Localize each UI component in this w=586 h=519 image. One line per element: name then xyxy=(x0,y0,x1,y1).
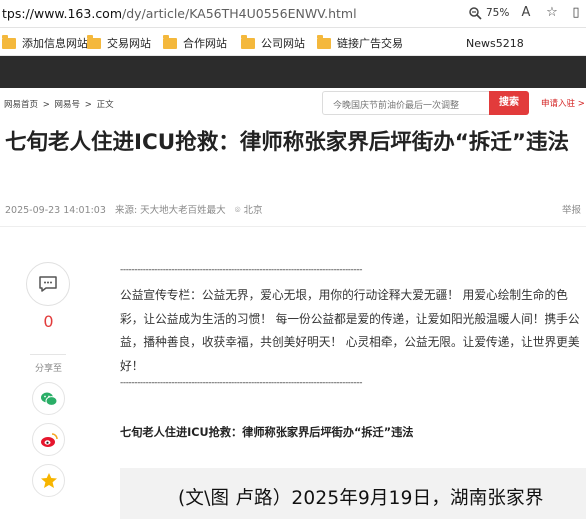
folder-icon xyxy=(241,34,255,49)
share-weibo-button[interactable] xyxy=(32,423,65,456)
separator-line: ----------------------------------------… xyxy=(120,265,363,275)
folder-icon xyxy=(87,34,101,49)
zoom-level[interactable]: 75% xyxy=(486,7,509,19)
bookmark-item[interactable]: News5218 xyxy=(466,35,524,51)
url-text[interactable]: tps://www.163.com/dy/article/KA56TH4U055… xyxy=(2,6,357,21)
apply-join-link[interactable]: 申请入驻 > xyxy=(541,97,585,109)
wechat-icon xyxy=(40,392,57,406)
promo-paragraph: 公益宣传专栏：公益无界，爱心无垠，用你的行动诠释大爱无疆！ 用爱心绘制生命的色彩… xyxy=(120,288,580,373)
separator-line: ----------------------------------------… xyxy=(120,378,363,388)
divider xyxy=(0,226,586,227)
read-aloud-icon[interactable]: A xyxy=(518,5,534,21)
folder-icon xyxy=(2,34,16,49)
share-wechat-button[interactable] xyxy=(32,382,65,415)
favorite-star-icon[interactable]: ☆ xyxy=(544,5,560,21)
comment-icon xyxy=(39,276,57,292)
article-subhead: 七旬老人住进ICU抢救：律师称张家界后坪街办“拆迁”违法 xyxy=(120,426,414,439)
article-image: (文\图 卢路）2025年9月19日，湖南张家界 xyxy=(120,468,586,519)
qzone-star-icon xyxy=(40,473,57,488)
breadcrumb-home-link[interactable]: 网易首页 xyxy=(4,100,38,110)
share-label: 分享至 xyxy=(34,364,62,374)
publish-date: 2025-09-23 14:01:03 xyxy=(5,205,106,216)
article-meta: 2025-09-23 14:01:03 来源: 天大地大老百姓最大 ⌾ 北京 xyxy=(5,202,262,216)
bookmark-item[interactable]: 合作网站 xyxy=(163,34,227,51)
weibo-icon xyxy=(40,432,58,447)
search-input[interactable]: 今晚国庆节前油价最后一次调整 xyxy=(322,91,490,115)
address-bar[interactable]: tps://www.163.com/dy/article/KA56TH4U055… xyxy=(0,0,586,28)
bookmark-item[interactable]: 交易网站 xyxy=(87,34,151,51)
bookmarks-bar: 添加信息网站 交易网站 合作网站 公司网站 链接广告交易 News5218 xyxy=(0,28,586,56)
bookmark-item[interactable]: 公司网站 xyxy=(241,34,305,51)
breadcrumb-separator: > xyxy=(42,100,50,110)
breadcrumb: 网易首页 > 网易号 > 正文 xyxy=(4,98,116,110)
location: ⌾ 北京 xyxy=(234,205,263,216)
comment-button[interactable] xyxy=(26,262,70,306)
breadcrumb-current: 正文 xyxy=(96,100,114,110)
article-source[interactable]: 来源: 天大地大老百姓最大 xyxy=(115,205,226,216)
article-title: 七旬老人住进ICU抢救：律师称张家界后坪街办“拆迁”违法 xyxy=(5,130,569,155)
breadcrumb-separator: > xyxy=(84,100,92,110)
share-qzone-button[interactable] xyxy=(32,464,65,497)
location-pin-icon: ⌾ xyxy=(234,205,241,216)
divider xyxy=(30,354,66,355)
breadcrumb-channel-link[interactable]: 网易号 xyxy=(55,100,81,110)
folder-icon xyxy=(163,34,177,49)
image-caption-text: (文\图 卢路）2025年9月19日，湖南张家界 xyxy=(178,488,544,509)
folder-icon xyxy=(317,34,331,49)
bookmark-item[interactable]: 链接广告交易 xyxy=(317,34,403,51)
search-button[interactable]: 搜索 xyxy=(489,91,529,115)
zoom-icon[interactable] xyxy=(468,6,482,20)
split-screen-icon[interactable]: ▯ xyxy=(568,5,584,21)
comment-count[interactable]: 0 xyxy=(0,312,97,331)
bookmark-item[interactable]: 添加信息网站 xyxy=(2,34,88,51)
site-header xyxy=(0,56,586,88)
report-link[interactable]: 举报 xyxy=(562,202,581,216)
